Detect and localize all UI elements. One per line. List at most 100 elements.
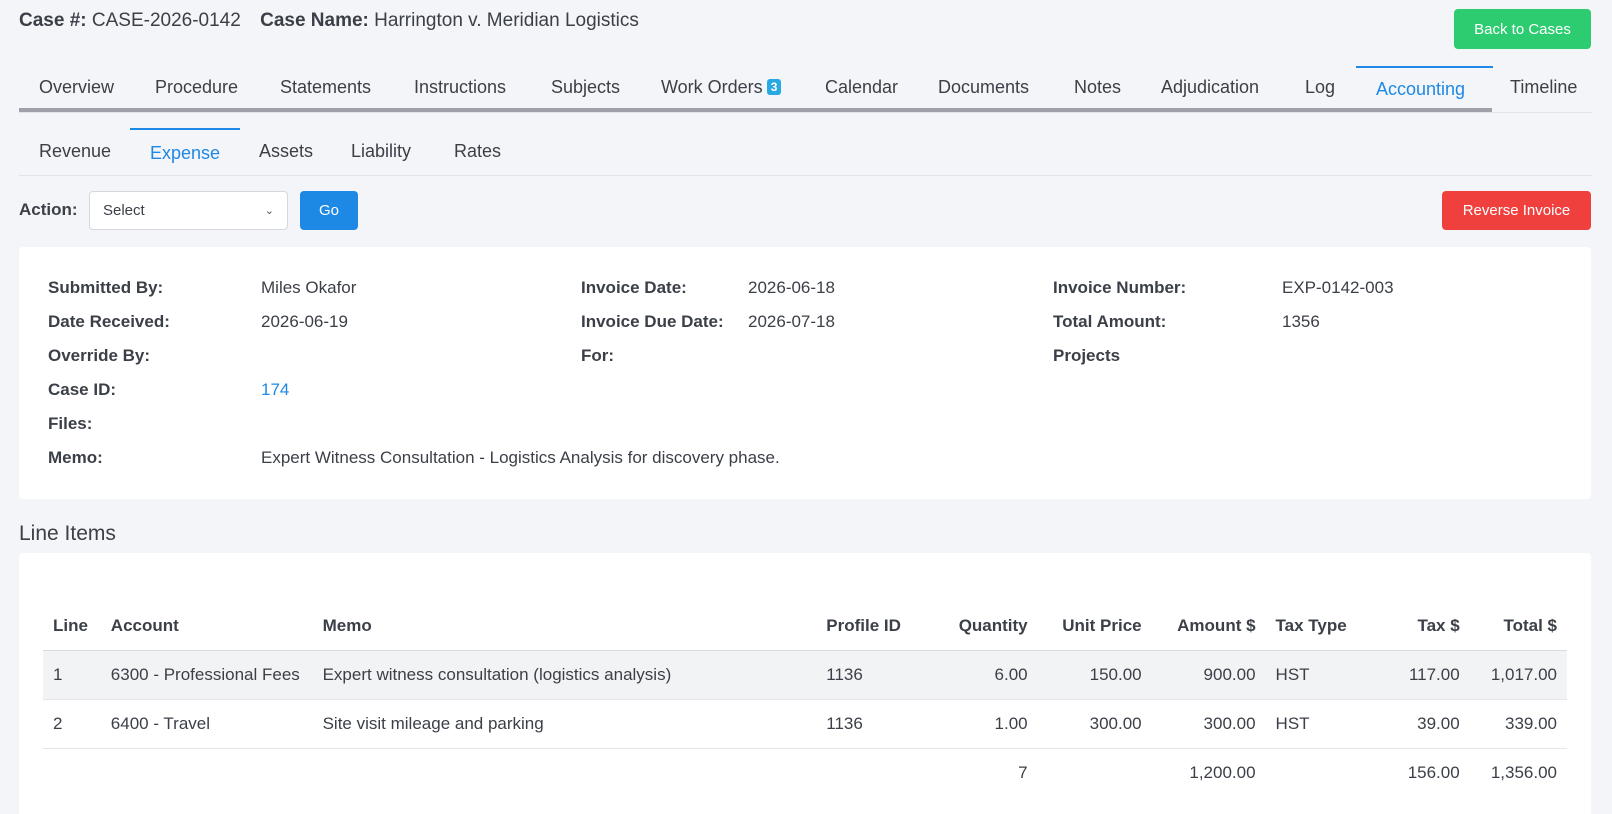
total-amount: 1,200.00 — [1189, 762, 1256, 782]
tab-subjects[interactable]: Subjects — [551, 77, 620, 98]
column-header: Line — [43, 603, 101, 651]
date-received-value: 2026-06-19 — [261, 312, 348, 331]
grand-total: 1,356.00 — [1490, 762, 1557, 782]
case-id-link[interactable]: 174 — [261, 380, 289, 400]
line-items-title: Line Items — [19, 522, 116, 545]
column-header: Tax Type — [1265, 603, 1370, 651]
subtab-assets[interactable]: Assets — [259, 141, 313, 162]
active-subtab-indicator — [130, 128, 240, 130]
tab-timeline[interactable]: Timeline — [1510, 77, 1577, 98]
tab-log[interactable]: Log — [1305, 77, 1335, 98]
back-to-cases-button[interactable]: Back to Cases — [1454, 9, 1591, 49]
for-label: For: — [581, 346, 615, 365]
override-by-label: Override By: — [48, 346, 151, 365]
tab-calendar[interactable]: Calendar — [825, 77, 898, 98]
column-header: Amount $ — [1151, 603, 1266, 651]
files-label: Files: — [48, 414, 93, 433]
date-received-label: Date Received: — [48, 312, 170, 331]
column-header: Account — [100, 603, 313, 651]
case-header: Case #: CASE-2026-0142 Case Name: Harrin… — [19, 10, 639, 32]
tab-overview[interactable]: Overview — [39, 77, 114, 98]
invoice-due-date-label: Invoice Due Date: — [581, 312, 724, 331]
case-id-label: Case ID: — [48, 380, 117, 399]
table-row: 2 6400 - Travel Site visit mileage and p… — [43, 699, 1567, 749]
total-amount-label: Total Amount: — [1053, 312, 1167, 331]
table-cell — [43, 748, 101, 797]
main-tabs: Overview Procedure Statements Instructio… — [19, 64, 1592, 113]
tab-work-orders[interactable]: Work Orders 3 — [661, 77, 782, 98]
table-cell: Expert witness consultation (logistics a… — [312, 650, 817, 700]
subtab-rates[interactable]: Rates — [454, 141, 501, 162]
case-name-label: Case Name: — [260, 10, 369, 31]
table-row: 1 6300 - Professional Fees Expert witnes… — [43, 650, 1567, 700]
invoice-due-date-value: 2026-07-18 — [748, 312, 835, 331]
reverse-invoice-button[interactable]: Reverse Invoice — [1442, 191, 1591, 230]
go-button[interactable]: Go — [300, 191, 358, 230]
invoice-number-label: Invoice Number: — [1053, 278, 1187, 297]
table-cell: 39.00 — [1369, 699, 1470, 749]
table-cell: HST — [1265, 699, 1370, 749]
accounting-subtabs: Revenue Expense Assets Liability Rates — [19, 128, 1592, 176]
case-number-label: Case #: — [19, 10, 87, 31]
case-name: Harrington v. Meridian Logistics — [374, 10, 639, 31]
table-cell — [1038, 748, 1152, 797]
table-cell: 300.00 — [1151, 699, 1266, 749]
table-cell — [816, 748, 928, 797]
table-header-row: Line Account Memo Profile ID Quantity Un… — [43, 603, 1567, 651]
projects-label: Projects — [1053, 346, 1121, 365]
total-quantity: 7 — [1018, 762, 1028, 782]
tab-work-orders-label: Work Orders — [661, 77, 763, 97]
tab-notes[interactable]: Notes — [1074, 77, 1121, 98]
tab-instructions[interactable]: Instructions — [414, 77, 506, 98]
memo-value: Expert Witness Consultation - Logistics … — [261, 448, 780, 467]
tab-statements[interactable]: Statements — [280, 77, 371, 98]
invoice-details-card: Submitted By: Miles Okafor Date Received… — [19, 247, 1591, 499]
table-cell — [101, 748, 313, 797]
column-header: Unit Price — [1037, 603, 1152, 651]
table-cell: 150.00 — [1037, 650, 1152, 700]
column-header: Memo — [312, 603, 817, 651]
subtab-liability[interactable]: Liability — [351, 141, 411, 162]
totals-row: 7 1,200.00 156.00 1,356.00 — [43, 748, 1567, 797]
total-tax: 156.00 — [1407, 762, 1460, 782]
table-cell: 300.00 — [1037, 699, 1152, 749]
table-cell: 1136 — [816, 699, 929, 749]
column-header: Quantity — [928, 603, 1038, 651]
total-amount-value: 1356 — [1282, 312, 1320, 331]
action-select[interactable]: Select ⌄ — [89, 191, 288, 230]
table-cell: 117.00 — [1369, 650, 1470, 700]
submitted-by-value: Miles Okafor — [261, 278, 357, 297]
table-cell: 2 — [43, 699, 101, 749]
invoice-number-value: EXP-0142-003 — [1282, 278, 1394, 297]
case-number: CASE-2026-0142 — [91, 10, 241, 31]
subtab-expense[interactable]: Expense — [150, 143, 220, 164]
active-tab-indicator — [1356, 66, 1493, 68]
table-cell — [1266, 748, 1370, 797]
action-select-value: Select — [103, 202, 145, 219]
chevron-down-icon: ⌄ — [264, 205, 274, 217]
tabs-underline-bar — [19, 108, 1492, 112]
table-cell: 6300 - Professional Fees — [100, 650, 313, 700]
action-label: Action: — [19, 200, 78, 219]
line-items-table: Line Account Memo Profile ID Quantity Un… — [43, 603, 1567, 797]
tab-adjudication[interactable]: Adjudication — [1161, 77, 1259, 98]
invoice-date-value: 2026-06-18 — [748, 278, 835, 297]
table-cell: 1136 — [816, 650, 929, 700]
column-header: Tax $ — [1369, 603, 1470, 651]
tab-documents[interactable]: Documents — [938, 77, 1029, 98]
table-cell: 6.00 — [928, 650, 1038, 700]
table-cell — [313, 748, 817, 797]
table-cell: 1.00 — [928, 699, 1038, 749]
table-cell: 339.00 — [1469, 699, 1567, 749]
tab-accounting[interactable]: Accounting — [1376, 79, 1465, 100]
table-cell: 1 — [43, 650, 101, 700]
work-orders-count-badge: 3 — [766, 79, 782, 95]
tab-procedure[interactable]: Procedure — [155, 77, 238, 98]
invoice-date-label: Invoice Date: — [581, 278, 687, 297]
table-cell: 1,017.00 — [1469, 650, 1567, 700]
table-cell: Site visit mileage and parking — [312, 699, 817, 749]
line-items-card: Line Account Memo Profile ID Quantity Un… — [19, 553, 1591, 814]
column-header: Total $ — [1469, 603, 1567, 651]
subtab-revenue[interactable]: Revenue — [39, 141, 111, 162]
submitted-by-label: Submitted By: — [48, 278, 164, 297]
